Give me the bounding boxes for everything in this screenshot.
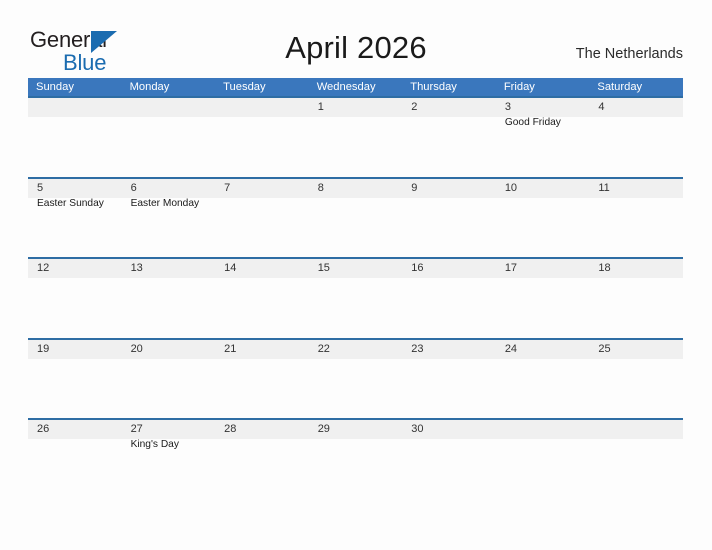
day-number: 30 [411,423,424,435]
day-number: 21 [224,342,237,355]
day-cell[interactable] [28,98,122,177]
day-number: 3 [504,101,511,113]
day-cell[interactable]: 24 [496,340,590,419]
day-number: 11 [598,181,610,194]
day-number: 23 [411,342,424,355]
day-cell[interactable]: 1 [309,98,403,177]
day-cell[interactable]: 2 [402,98,496,177]
day-cell[interactable]: 4 [589,98,683,177]
day-cell[interactable] [589,420,683,499]
day-cell[interactable]: 12 [28,259,122,338]
day-cell[interactable] [496,420,590,499]
day-cell[interactable]: 8 [309,179,403,258]
day-number: 2 [411,101,418,113]
day-cell[interactable]: 6 Easter Monday [122,179,216,258]
day-cell[interactable]: 22 [309,340,403,419]
weekday-header-tuesday: Tuesday [223,81,266,93]
weekday-header-sunday: Sunday [36,81,74,93]
day-cell[interactable]: 29 [309,420,403,499]
day-number: 7 [224,181,231,194]
weekday-header-friday: Friday [503,81,535,93]
day-cell[interactable]: 9 [402,179,496,258]
day-cell[interactable]: 17 [496,259,590,338]
day-number: 27 [130,423,143,435]
day-event: King's Day [130,439,179,450]
day-number: 16 [411,262,424,274]
day-cell[interactable]: 13 [122,259,216,338]
day-cell[interactable]: 21 [215,340,309,419]
day-cell[interactable]: 27 King's Day [122,420,216,499]
calendar-week-row: 19 20 21 22 23 24 25 [28,337,683,419]
calendar-grid: Sunday Monday Tuesday Wednesday Thursday… [28,78,683,499]
weekday-header-wednesday: Wednesday [316,81,376,93]
calendar-week-row: 12 13 14 15 16 17 18 [28,257,683,338]
day-cell[interactable]: 26 [28,420,122,499]
day-cell[interactable]: 11 [589,179,683,258]
day-number: 22 [317,342,330,355]
day-cell[interactable]: 3 Good Friday [496,98,590,177]
day-cell[interactable] [215,98,309,177]
day-number: 24 [504,342,518,355]
day-number: 4 [598,101,605,113]
region-label: The Netherlands [575,46,683,62]
day-number: 25 [598,342,611,355]
day-number: 1 [317,101,324,113]
calendar-week-row: 1 2 3 Good Friday 4 [28,96,683,177]
day-number: 6 [130,181,137,194]
day-number: 20 [130,342,143,355]
day-number: 12 [37,262,50,274]
day-event: Good Friday [504,117,561,128]
day-number: 14 [224,262,237,274]
day-cell[interactable]: 25 [589,340,683,419]
day-cell[interactable]: 14 [215,259,309,338]
day-number: 15 [317,262,330,274]
day-number: 28 [224,423,237,435]
calendar-week-row: 5 Easter Sunday 6 Easter Monday 7 8 9 10 [28,176,683,258]
day-cell[interactable]: 10 [496,179,590,258]
day-event: Easter Monday [130,197,200,209]
day-cell[interactable]: 18 [589,259,683,338]
day-cell[interactable] [122,98,216,177]
day-cell[interactable]: 23 [402,340,496,419]
day-number: 13 [130,262,143,274]
day-cell[interactable]: 15 [309,259,403,338]
page-header: General Blue April 2026 The Netherlands [0,0,712,76]
day-number: 29 [317,423,330,435]
day-number: 19 [37,342,50,355]
day-cell[interactable]: 7 [215,179,309,258]
calendar-week-row: 26 27 King's Day 28 29 30 [28,418,683,499]
day-event: Easter Sunday [37,197,104,209]
weekday-header-row: Sunday Monday Tuesday Wednesday Thursday… [28,78,683,96]
weekday-header-thursday: Thursday [410,81,457,93]
day-number: 5 [37,181,44,194]
day-number: 10 [504,181,518,194]
day-cell[interactable]: 28 [215,420,309,499]
day-number: 17 [504,262,518,274]
day-cell[interactable]: 19 [28,340,122,419]
weekday-header-saturday: Saturday [597,81,643,93]
day-number: 18 [598,262,611,274]
weekday-header-monday: Monday [129,81,170,93]
day-cell[interactable]: 30 [402,420,496,499]
day-cell[interactable]: 16 [402,259,496,338]
day-number: 26 [37,423,50,435]
day-cell[interactable]: 20 [122,340,216,419]
day-cell[interactable]: 5 Easter Sunday [28,179,122,258]
day-number: 9 [411,181,418,194]
day-number: 8 [317,181,324,194]
